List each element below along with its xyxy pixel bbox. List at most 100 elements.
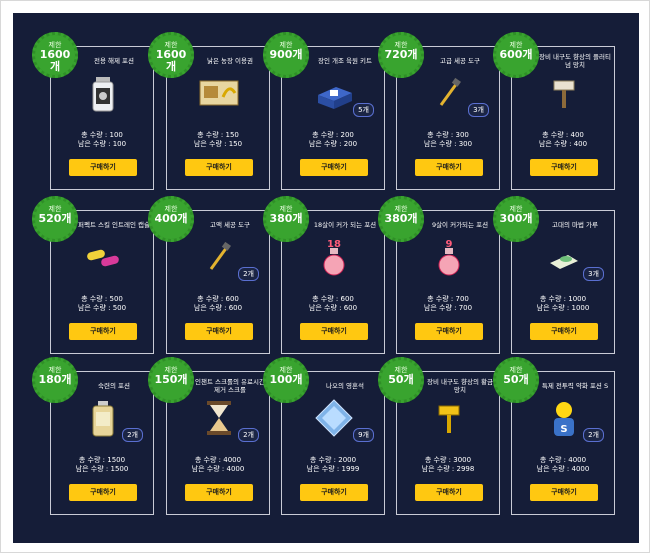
remain-label: 남은 수량 :: [308, 140, 342, 148]
limit-label: 제한: [164, 41, 178, 49]
buy-button[interactable]: 구매하기: [415, 323, 483, 340]
buy-button[interactable]: 구매하기: [69, 323, 137, 340]
buy-button[interactable]: 구매하기: [530, 159, 598, 176]
item-name: 특제 전투력 약화 포션 S: [541, 382, 609, 390]
soul-stone-icon: [314, 398, 354, 438]
svg-text:S: S: [560, 424, 567, 435]
limit-label: 제한: [279, 366, 293, 374]
item-name: 고대의 마법 가루: [552, 221, 598, 229]
limit-label: 제한: [509, 366, 523, 374]
total-quantity: 총 수량 : 150: [167, 131, 269, 140]
stock-info: 총 수량 : 100 남은 수량 : 100: [51, 131, 153, 149]
buy-button[interactable]: 구매하기: [530, 484, 598, 501]
total-quantity: 총 수량 : 2000: [282, 456, 384, 465]
hourglass-icon: [199, 398, 239, 438]
limit-count: 380개: [269, 212, 303, 225]
total-value: 3000: [453, 456, 472, 464]
product-card: 제한 400개 고액 세공 도구 2개 총 수량 : 600 남은 수량 : 6…: [148, 196, 270, 354]
stock-info: 총 수량 : 1500 남은 수량 : 1500: [51, 456, 153, 474]
remain-label: 남은 수량 :: [193, 304, 227, 312]
product-card: 제한 300개 고대의 마법 가루 3개 총 수량 : 1000 남은 수량 :…: [493, 196, 615, 354]
buy-button[interactable]: 구매하기: [300, 484, 368, 501]
buy-button[interactable]: 구매하기: [69, 159, 137, 176]
crafting-tool-icon: [199, 237, 239, 277]
golden-hammer-icon: [429, 398, 469, 438]
item-name: 퍼펙트 스킬 인트레인 캡슐: [78, 221, 150, 229]
remaining-quantity: 남은 수량 : 100: [51, 140, 153, 149]
total-quantity: 총 수량 : 100: [51, 131, 153, 140]
total-value: 500: [109, 295, 123, 303]
quantity-badge: 2개: [238, 428, 259, 442]
buy-button[interactable]: 구매하기: [185, 323, 253, 340]
remain-label: 남은 수량 :: [306, 465, 340, 473]
quantity-badge: 9개: [353, 428, 374, 442]
total-value: 1500: [107, 456, 126, 464]
total-value: 1000: [568, 295, 587, 303]
kit-box-icon: [314, 73, 354, 113]
item-name: 인챈트 스크롤의 유료시간 제거 스크롤: [195, 378, 265, 394]
limit-badge: 제한 400개: [148, 196, 194, 242]
total-label: 총 수량 :: [197, 131, 224, 139]
buy-button[interactable]: 구매하기: [415, 159, 483, 176]
remaining-quantity: 남은 수량 : 300: [397, 140, 499, 149]
remain-label: 남은 수량 :: [536, 465, 570, 473]
quantity-badge: 3개: [583, 267, 604, 281]
remain-label: 남은 수량 :: [421, 465, 455, 473]
product-card: 제한 50개 특제 전투력 약화 포션 S S 2개 총 수량 : 4000 남…: [493, 357, 615, 515]
remaining-quantity: 남은 수량 : 2998: [397, 465, 499, 474]
limit-badge: 제한 720개: [378, 32, 424, 78]
product-card: 제한 1600개 전용 해제 포션 총 수량 : 100 남은 수량 : 100…: [32, 32, 154, 190]
total-quantity: 총 수량 : 600: [167, 295, 269, 304]
stock-info: 총 수량 : 1000 남은 수량 : 1000: [512, 295, 614, 313]
buy-button[interactable]: 구매하기: [415, 484, 483, 501]
crafting-tool-icon: [429, 73, 469, 113]
item-shop-panel: 제한 1600개 전용 해제 포션 총 수량 : 100 남은 수량 : 100…: [13, 13, 639, 543]
buy-button[interactable]: 구매하기: [185, 159, 253, 176]
remain-label: 남은 수량 :: [75, 465, 109, 473]
limit-badge: 제한 900개: [263, 32, 309, 78]
buy-button[interactable]: 구매하기: [300, 323, 368, 340]
product-card: 제한 180개 숙련의 포션 2개 총 수량 : 1500 남은 수량 : 15…: [32, 357, 154, 515]
total-label: 총 수량 :: [539, 295, 567, 303]
buy-button[interactable]: 구매하기: [185, 484, 253, 501]
remain-value: 600: [343, 304, 358, 312]
total-quantity: 총 수량 : 1000: [512, 295, 614, 304]
total-quantity: 총 수량 : 1500: [51, 456, 153, 465]
total-value: 400: [570, 131, 584, 139]
quantity-badge: 2개: [122, 428, 143, 442]
magic-powder-icon: [544, 237, 584, 277]
remain-value: 2998: [456, 465, 475, 473]
buy-button[interactable]: 구매하기: [69, 484, 137, 501]
total-label: 총 수량 :: [427, 131, 454, 139]
remain-value: 1500: [110, 465, 129, 473]
product-card: 제한 380개 18살이 커가 되는 포션 18 총 수량 : 600 남은 수…: [263, 196, 385, 354]
stock-info: 총 수량 : 150 남은 수량 : 150: [167, 131, 269, 149]
remain-label: 남은 수량 :: [191, 465, 225, 473]
limit-label: 제한: [394, 41, 408, 49]
limit-label: 제한: [279, 41, 293, 49]
remain-value: 4000: [226, 465, 245, 473]
quantity-badge: 2개: [583, 428, 604, 442]
limit-label: 제한: [164, 366, 178, 374]
quantity-badge: 3개: [468, 103, 489, 117]
remaining-quantity: 남은 수량 : 150: [167, 140, 269, 149]
buy-button[interactable]: 구매하기: [300, 159, 368, 176]
total-value: 600: [225, 295, 239, 303]
total-label: 총 수량 :: [312, 295, 339, 303]
limit-count: 150개: [154, 373, 188, 386]
remaining-quantity: 남은 수량 : 700: [397, 304, 499, 313]
remain-value: 400: [573, 140, 588, 148]
buy-button[interactable]: 구매하기: [530, 323, 598, 340]
remain-label: 남은 수량 :: [538, 140, 572, 148]
remaining-quantity: 남은 수량 : 4000: [512, 465, 614, 474]
total-value: 700: [455, 295, 469, 303]
age-potion-18-icon: 18: [314, 237, 354, 277]
total-label: 총 수량 :: [197, 295, 224, 303]
quantity-badge: 2개: [238, 267, 259, 281]
stock-info: 총 수량 : 4000 남은 수량 : 4000: [512, 456, 614, 474]
total-label: 총 수량 :: [427, 295, 454, 303]
remain-label: 남은 수량 :: [77, 304, 111, 312]
remain-value: 1000: [571, 304, 590, 312]
remain-value: 100: [112, 140, 127, 148]
total-value: 600: [340, 295, 354, 303]
